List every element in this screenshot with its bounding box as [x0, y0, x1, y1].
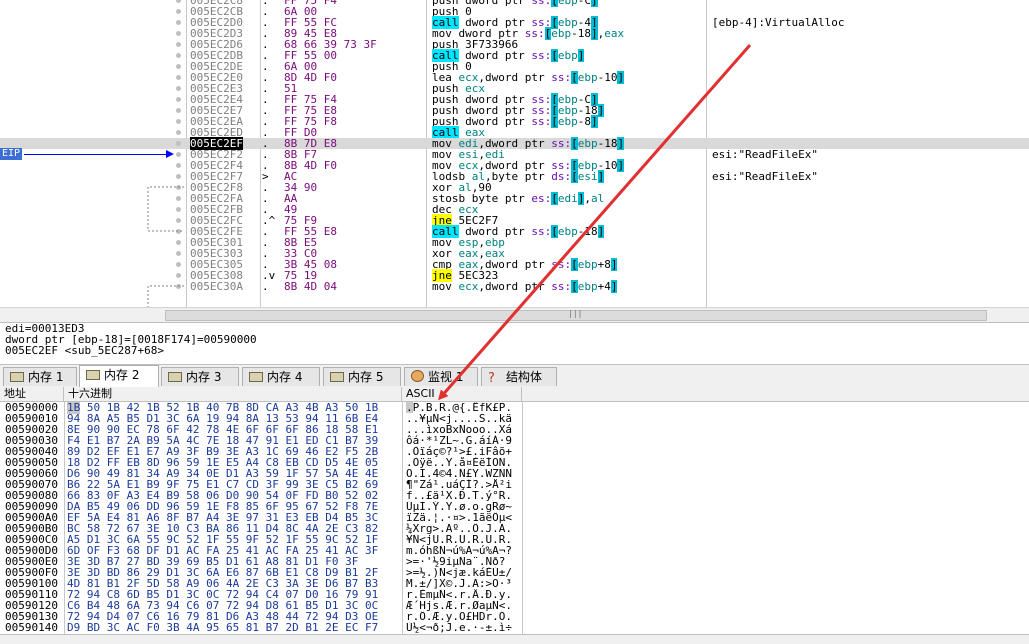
tab-memory-1[interactable]: 内存 1: [3, 367, 77, 386]
tab-memory-4[interactable]: 内存 4: [242, 367, 320, 386]
forward-jump-line: [147, 285, 184, 307]
col-hex-header[interactable]: 十六进制: [64, 387, 402, 401]
tab-watch-1[interactable]: 监视 1: [404, 367, 478, 386]
dump-ascii[interactable]: .Òÿë..Y.å¤ÈëÍÕN.: [406, 457, 522, 468]
loop-jump-line: [147, 186, 184, 232]
tab-memory-3[interactable]: 内存 3: [161, 367, 239, 386]
tab-struct[interactable]: ? 结构体: [481, 367, 557, 386]
dump-address: 00590140: [5, 621, 58, 634]
memory-icon: [86, 370, 100, 380]
dump-ascii[interactable]: r.Ô.Æ.y.Ö£HDr.Ó.: [406, 611, 522, 622]
dump-hex[interactable]: D9 BD 3C AC F0 3B 4A 95 65 81 B7 2D B1 2…: [67, 622, 402, 633]
dump-ascii[interactable]: ...ìxoBxNooo..Xá: [406, 424, 522, 435]
dump-header: 地址 十六进制 ASCII: [0, 387, 1029, 402]
horizontal-scrollbar[interactable]: |||: [0, 307, 1029, 322]
dump-ascii[interactable]: m.óhßÑ¬ú%A¬ú%A¬?: [406, 545, 522, 556]
dump-ascii[interactable]: .Òïáç©?¹>£.iFâõ+: [406, 446, 522, 457]
dump-ascii[interactable]: Ö.I.4©4.Ñ£Y.WZNN: [406, 468, 522, 479]
dump-tab-bar: 内存 1 内存 2 内存 3 内存 4 内存 5 监视 1 ? 结构体: [0, 364, 1029, 388]
col-address-header[interactable]: 地址: [0, 387, 64, 401]
tab-memory-5[interactable]: 内存 5: [323, 367, 401, 386]
dump-ascii[interactable]: ¶"Zá¹.uáÇÍ?.>Å²i: [406, 479, 522, 490]
dump-ascii[interactable]: Æ´Hjs.Æ.r.ØaµÑ<.: [406, 600, 522, 611]
disasm-comment: esi:"ReadFileEx": [712, 170, 818, 183]
eip-arrow-line: [24, 154, 172, 155]
dump-ascii[interactable]: >=½.)Ñ<jæ.káÈÙ±/: [406, 567, 522, 578]
scrollbar-grip: |||: [568, 309, 583, 318]
disasm-marker: .: [262, 280, 269, 293]
eip-label: EIP: [0, 148, 23, 160]
memory-icon: [249, 372, 263, 382]
disasm-bytes: 34 90: [284, 181, 318, 194]
tab-memory-2[interactable]: 内存 2: [79, 365, 159, 387]
dump-ascii[interactable]: ..¥µÑ<j....S..kä: [406, 413, 522, 424]
dump-separator: [522, 402, 523, 634]
dump-ascii[interactable]: .P.B.R.@{.ÊfK£P.: [406, 402, 522, 413]
dump-ascii[interactable]: ôá·*¹ZL~.G.áíÁ·9: [406, 435, 522, 446]
disasm-bytes: 8B 4D 04: [284, 280, 337, 293]
dump-ascii[interactable]: ïZä.¦.·¤>.1ãëÔµ<: [406, 512, 522, 523]
disasm-bytes: 8B 4D F0: [284, 159, 337, 172]
dump-ascii[interactable]: ÚµI.Ý.Y.ø.o.gRø~: [406, 501, 522, 512]
dump-ascii[interactable]: r.ÈmµÑ<.r.Ä.Ð.y.: [406, 589, 522, 600]
disasm-bytes: AA: [284, 192, 298, 205]
info-line-location: 005EC2EF <sub_5EC287+68>: [5, 344, 164, 357]
disasm-instruction: mov ecx,dword ptr ss:[ebp+4]: [432, 280, 618, 293]
disasm-bytes: 8D 4D F0: [284, 71, 337, 84]
disasm-comment: esi:"ReadFileEx": [712, 148, 818, 161]
info-pane: edi=00013ED3 dword ptr [ebp-18]=[0018F17…: [0, 322, 1029, 365]
struct-icon: ?: [488, 371, 495, 386]
dump-ascii[interactable]: ¥Ñ<jU.R.U.R.U.R.: [406, 534, 522, 545]
watch-icon: [411, 370, 424, 382]
col-ascii-header[interactable]: ASCII: [402, 387, 522, 401]
dump-ascii[interactable]: M.±/]X©.J.Ã:>Ö·³: [406, 578, 522, 589]
dump-ascii[interactable]: >=·'½9iµÑa¨.Ñð?: [406, 556, 522, 567]
disasm-comment: [ebp-4]:VirtualAlloc: [712, 16, 845, 29]
dump-row[interactable]: 00590140 D9 BD 3C AC F0 3B 4A 95 65 81 B7…: [0, 622, 522, 633]
disassembly-pane[interactable]: 005EC2C8. FF 75 F4 push dword ptr ss:[ebp-…: [0, 0, 1029, 307]
dump-ascii[interactable]: ¼Xrg>.Ãº..Ô.J.Ã.: [406, 523, 522, 534]
memory-icon: [168, 372, 182, 382]
disasm-instruction: call dword ptr ss:[ebp]: [432, 49, 585, 62]
memory-dump-pane[interactable]: 00590000 1B 50 1B 42 1B 52 1B 40 7B 8D CA…: [0, 402, 1029, 634]
eip-arrow-icon: [166, 150, 174, 158]
memory-icon: [10, 372, 24, 382]
dump-ascii[interactable]: f..£ä¹X.Ð.T.ý°R.: [406, 490, 522, 501]
disasm-address: 005EC30A: [190, 280, 243, 293]
dump-ascii[interactable]: Ù½<¬ð;J.e.·-±.ì÷: [406, 622, 522, 633]
memory-icon: [330, 372, 344, 382]
